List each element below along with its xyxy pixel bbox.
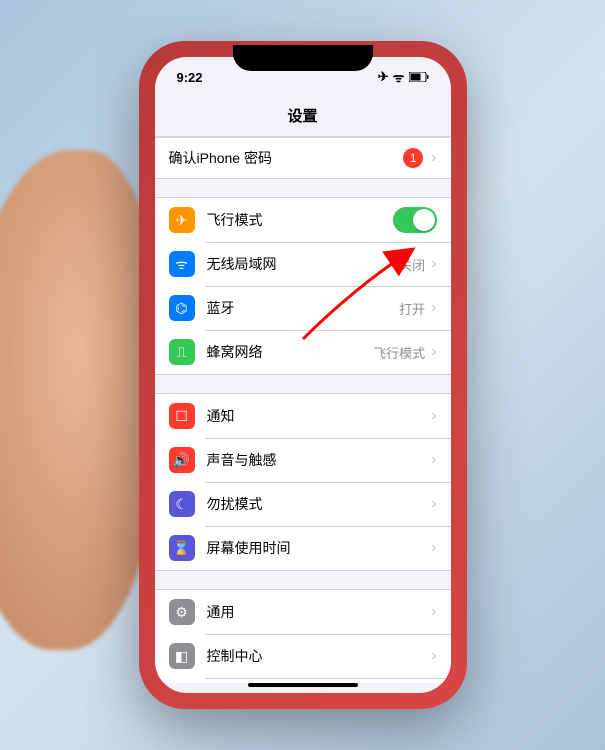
row-label: 通知 [207, 406, 432, 426]
row-label: 蜂窝网络 [207, 342, 374, 362]
row-label: 无线局域网 [207, 254, 400, 274]
wifi-indicator-icon: ᯤ [393, 68, 405, 86]
group-system: ⚙ 通用 › ◧ 控制中心 › AA 显示与亮度 › ♿ 辅助功能 › [155, 589, 451, 683]
row-confirm-passcode[interactable]: 确认iPhone 密码 1 › [155, 138, 451, 178]
row-label: 控制中心 [207, 646, 432, 666]
row-label: 通用 [207, 602, 432, 622]
row-dnd[interactable]: ☾ 勿扰模式 › [155, 482, 451, 526]
row-detail: 飞行模式 [373, 343, 425, 362]
chevron-right-icon: › [431, 451, 436, 469]
airplane-icon: ✈ [169, 207, 195, 233]
chevron-right-icon: › [431, 407, 436, 425]
status-time: 9:22 [177, 70, 203, 85]
chevron-right-icon: › [431, 299, 436, 317]
chevron-right-icon: › [431, 495, 436, 513]
chevron-right-icon: › [431, 255, 436, 273]
row-general[interactable]: ⚙ 通用 › [155, 590, 451, 634]
row-bluetooth[interactable]: ⌬ 蓝牙 打开 › [155, 286, 451, 330]
wifi-icon: ᯤ [169, 251, 195, 277]
notification-badge: 1 [403, 148, 423, 168]
home-indicator[interactable] [248, 683, 358, 687]
row-detail: 打开 [399, 299, 425, 318]
row-notifications[interactable]: ☐ 通知 › [155, 394, 451, 438]
notch [233, 45, 373, 71]
row-label: 飞行模式 [207, 210, 393, 230]
screen: 9:22 ✈ ᯤ 设置 确认iPhone 密码 1 › ✈ 飞行模式 [155, 57, 451, 693]
row-detail: 关闭 [399, 255, 425, 274]
chevron-right-icon: › [431, 647, 436, 665]
notifications-icon: ☐ [169, 403, 195, 429]
group-passcode: 确认iPhone 密码 1 › [155, 137, 451, 179]
row-cellular[interactable]: ⎍ 蜂窝网络 飞行模式 › [155, 330, 451, 374]
gear-icon: ⚙ [169, 599, 195, 625]
settings-list[interactable]: 确认iPhone 密码 1 › ✈ 飞行模式 ᯤ 无线局域网 关闭 › [155, 137, 451, 683]
battery-icon [409, 72, 429, 82]
airplane-mode-toggle[interactable] [393, 207, 437, 233]
switches-icon: ◧ [169, 643, 195, 669]
iphone-device-frame: 9:22 ✈ ᯤ 设置 确认iPhone 密码 1 › ✈ 飞行模式 [143, 45, 463, 705]
row-wifi[interactable]: ᯤ 无线局域网 关闭 › [155, 242, 451, 286]
airplane-indicator-icon: ✈ [378, 69, 389, 85]
moon-icon: ☾ [169, 491, 195, 517]
group-alerts: ☐ 通知 › 🔊 声音与触感 › ☾ 勿扰模式 › ⌛ 屏幕使用时间 [155, 393, 451, 571]
cellular-icon: ⎍ [169, 339, 195, 365]
row-screentime[interactable]: ⌛ 屏幕使用时间 › [155, 526, 451, 570]
row-label: 声音与触感 [207, 450, 432, 470]
chevron-right-icon: › [431, 603, 436, 621]
page-title: 设置 [155, 97, 451, 137]
chevron-right-icon: › [431, 539, 436, 557]
row-sounds[interactable]: 🔊 声音与触感 › [155, 438, 451, 482]
chevron-right-icon: › [431, 343, 436, 361]
status-indicators: ✈ ᯤ [378, 68, 429, 86]
row-label: 确认iPhone 密码 [169, 148, 404, 168]
row-airplane-mode[interactable]: ✈ 飞行模式 [155, 198, 451, 242]
row-label: 勿扰模式 [207, 494, 432, 514]
hourglass-icon: ⌛ [169, 535, 195, 561]
hand-holding-phone [0, 150, 160, 650]
row-label: 屏幕使用时间 [207, 538, 432, 558]
chevron-right-icon: › [431, 149, 436, 167]
group-connectivity: ✈ 飞行模式 ᯤ 无线局域网 关闭 › ⌬ 蓝牙 打开 › ⎍ [155, 197, 451, 375]
sounds-icon: 🔊 [169, 447, 195, 473]
row-control-center[interactable]: ◧ 控制中心 › [155, 634, 451, 678]
bluetooth-icon: ⌬ [169, 295, 195, 321]
row-label: 蓝牙 [207, 298, 400, 318]
